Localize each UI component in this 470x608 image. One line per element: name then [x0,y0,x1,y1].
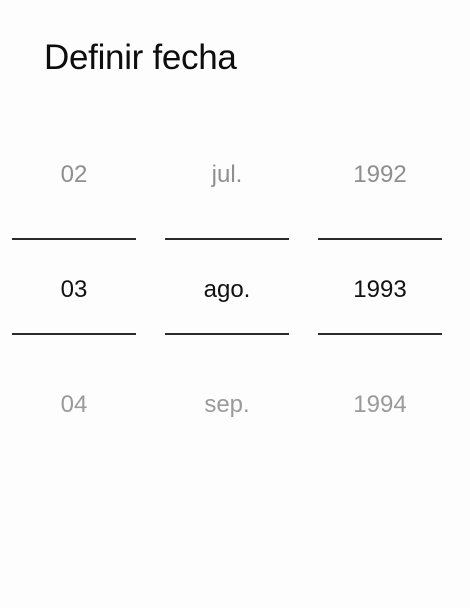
year-next-option[interactable]: 1994 [318,390,442,420]
month-picker[interactable]: jul. ago. sep. [165,140,289,440]
year-prev-option[interactable]: 1992 [318,160,442,190]
month-selected-option[interactable]: ago. [165,275,289,305]
year-selection-bottom-divider [318,333,442,335]
month-selection-bottom-divider [165,333,289,335]
day-prev-option[interactable]: 02 [12,160,136,190]
day-selected-option[interactable]: 03 [12,275,136,305]
year-selection-top-divider [318,238,442,240]
month-prev-option[interactable]: jul. [165,160,289,190]
month-next-option[interactable]: sep. [165,390,289,420]
month-selection-top-divider [165,238,289,240]
day-next-option[interactable]: 04 [12,390,136,420]
day-picker[interactable]: 02 03 04 [12,140,136,440]
day-selection-bottom-divider [12,333,136,335]
dialog-title: Definir fecha [44,38,237,77]
year-selected-option[interactable]: 1993 [318,275,442,305]
date-picker-dialog: Definir fecha 02 03 04 jul. ago. sep. 19… [0,0,470,608]
year-picker[interactable]: 1992 1993 1994 [318,140,442,440]
day-selection-top-divider [12,238,136,240]
